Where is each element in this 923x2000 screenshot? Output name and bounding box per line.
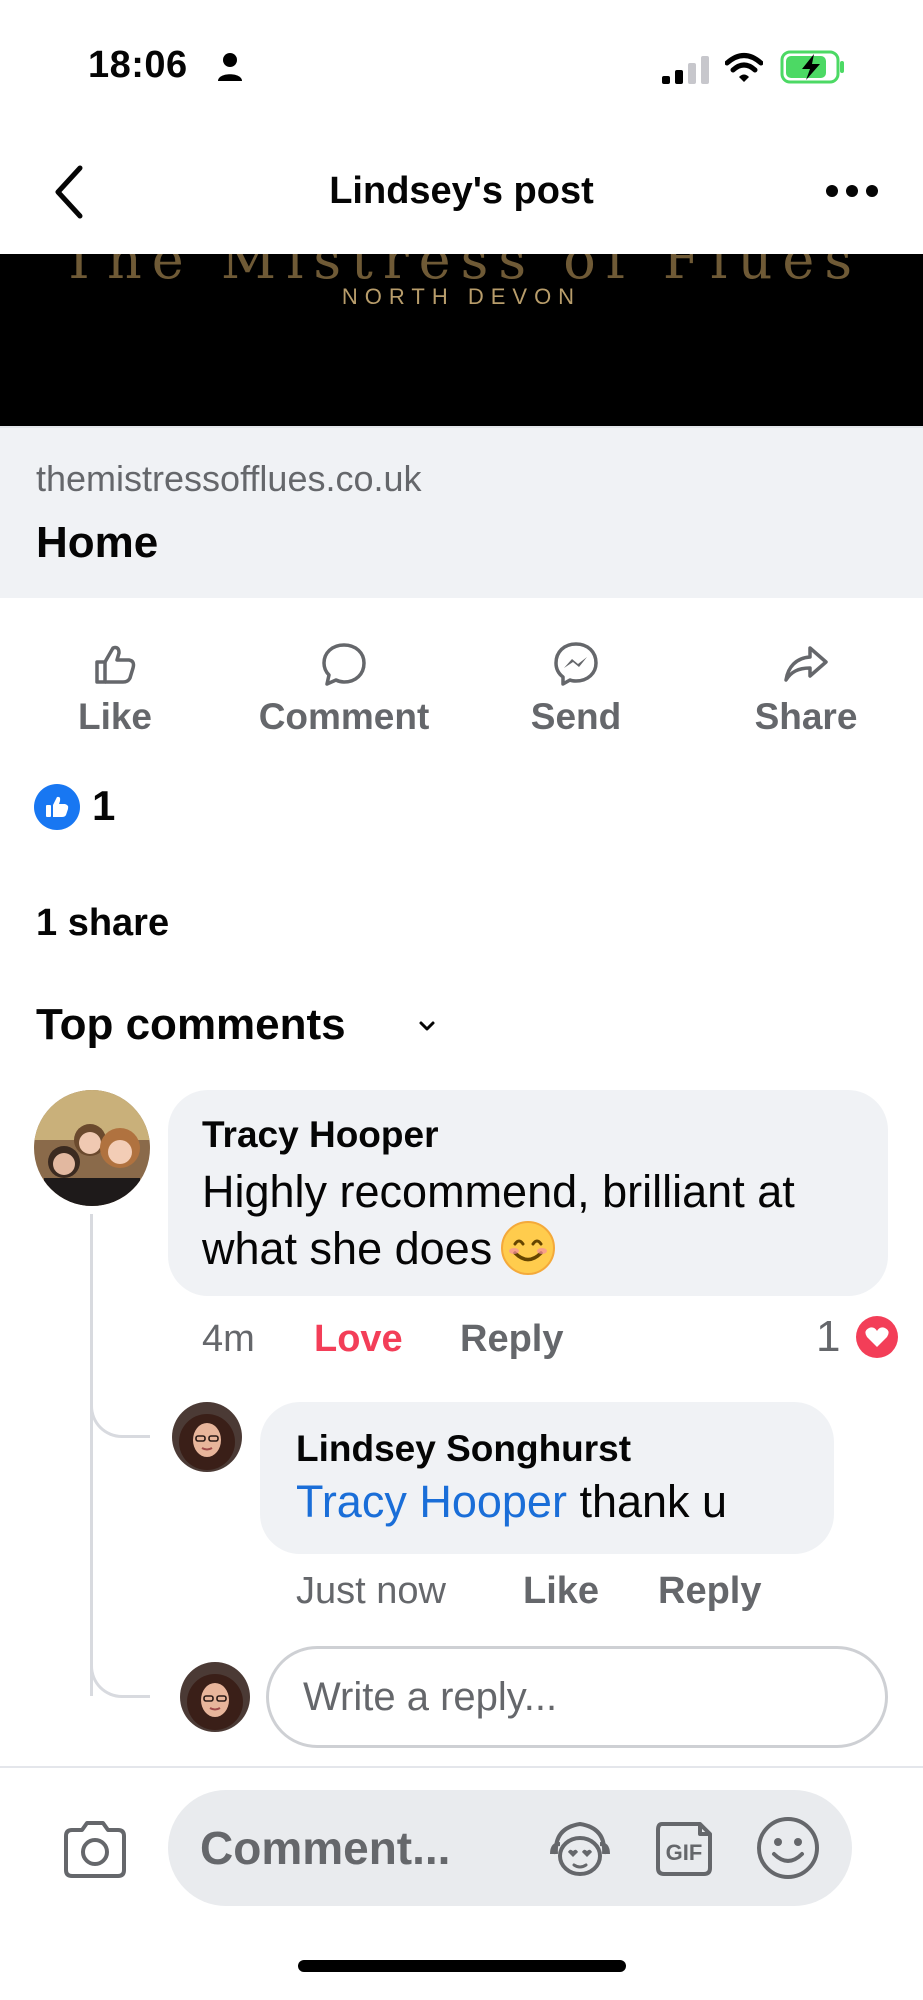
status-time: 18:06 [88, 44, 188, 86]
brand-subtitle: NORTH DEVON [341, 284, 582, 309]
emoji-smile-icon[interactable] [754, 1814, 822, 1882]
avatar [180, 1662, 250, 1732]
comment-love-button[interactable]: Love [314, 1318, 403, 1361]
comment-reaction-badge[interactable] [852, 1312, 902, 1362]
mention-link[interactable]: Tracy Hooper [296, 1476, 567, 1527]
thumbs-up-icon [46, 796, 69, 817]
like-button[interactable]: Like [5, 640, 225, 738]
more-options-icon[interactable] [822, 180, 882, 202]
comment-author[interactable]: Tracy Hooper [202, 1114, 438, 1156]
link-preview-domain: themistressofflues.co.uk [36, 458, 422, 499]
page-title: Lindsey's post [329, 170, 594, 212]
wifi-icon [725, 53, 763, 82]
link-preview-title: Home [36, 518, 159, 567]
like-label: Like [77, 696, 153, 737]
reaction-count[interactable]: 1 [92, 782, 115, 830]
avatar[interactable] [172, 1402, 242, 1472]
comment-reaction-count[interactable]: 1 [816, 1312, 840, 1362]
share-count[interactable]: 1 share [36, 902, 169, 945]
thread-branch [90, 1640, 150, 1698]
share-button[interactable]: Share [696, 640, 916, 738]
gif-icon[interactable]: GIF [652, 1818, 716, 1878]
comment-label: Comment [258, 696, 430, 737]
link-preview-image[interactable]: The Mistress of Flues NORTH DEVON [0, 254, 923, 426]
comment-reply-button[interactable]: Reply [460, 1318, 563, 1361]
send-label: Send [530, 696, 622, 737]
reply-timestamp: Just now [296, 1570, 446, 1612]
comment-text-body: Highly recommend, brilliant at what she … [202, 1166, 795, 1274]
battery-charging-icon [780, 50, 844, 84]
comment-text: Highly recommend, brilliant at what she … [202, 1164, 882, 1277]
reply-reply-button[interactable]: Reply [658, 1570, 761, 1613]
camera-icon[interactable] [60, 1818, 130, 1880]
comments-sort-dropdown[interactable]: Top comments [36, 1000, 346, 1050]
thread-branch [90, 1380, 150, 1438]
comment-timestamp: 4m [202, 1318, 255, 1360]
person-icon [218, 53, 242, 81]
reply-text-body: thank u [566, 1476, 728, 1527]
avatar[interactable] [34, 1090, 150, 1206]
reply-text: Tracy Hooper thank u [296, 1476, 727, 1528]
thumbs-up-icon [95, 645, 136, 684]
love-heart-icon [856, 1316, 898, 1358]
messenger-icon [554, 642, 598, 686]
smiling-face-emoji-icon [501, 1221, 556, 1275]
reply-input[interactable] [266, 1646, 888, 1748]
signal-icon [662, 56, 709, 84]
share-arrow-icon [784, 646, 828, 682]
send-button[interactable]: Send [466, 640, 686, 738]
comment-input[interactable] [200, 1804, 530, 1892]
comment-button[interactable]: Comment [234, 640, 454, 738]
reply-like-button[interactable]: Like [523, 1570, 599, 1613]
chevron-down-icon[interactable] [416, 1018, 438, 1034]
like-reaction-badge[interactable] [34, 784, 80, 830]
avatar-sticker-icon[interactable] [546, 1814, 614, 1882]
link-preview-card[interactable] [0, 426, 923, 598]
svg-text:GIF: GIF [666, 1840, 703, 1865]
reply-author[interactable]: Lindsey Songhurst [296, 1428, 631, 1470]
home-indicator [298, 1960, 626, 1972]
thread-line [90, 1214, 93, 1696]
comment-bubble-icon [322, 643, 366, 686]
share-label: Share [754, 696, 858, 737]
